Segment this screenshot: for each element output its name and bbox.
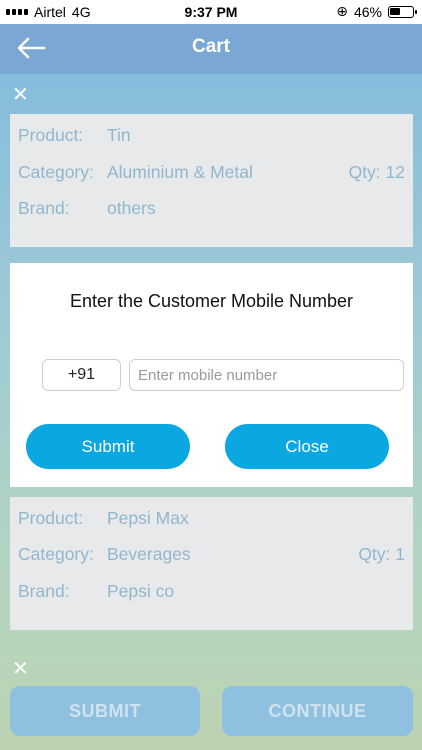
orientation-lock-icon: ⊕ <box>336 3 348 19</box>
country-code-field[interactable]: +91 <box>42 359 121 391</box>
status-bar: Airtel 4G 9:37 PM ⊕ 46% <box>0 0 422 24</box>
dialog-submit-button[interactable]: Submit <box>26 424 190 469</box>
page-title: Cart <box>191 36 230 57</box>
dialog-title: Enter the Customer Mobile Number <box>69 291 354 311</box>
mobile-number-input[interactable] <box>129 359 404 391</box>
dialog-close-button[interactable]: Close <box>225 424 389 469</box>
battery-fill <box>390 7 400 15</box>
mobile-number-dialog: Enter the Customer Mobile Number +91 Sub… <box>10 263 413 487</box>
status-right: ⊕ 46% <box>336 3 417 20</box>
battery-percent: 46% <box>353 3 382 20</box>
app-bar: Cart <box>0 24 422 74</box>
battery-icon <box>388 5 417 18</box>
